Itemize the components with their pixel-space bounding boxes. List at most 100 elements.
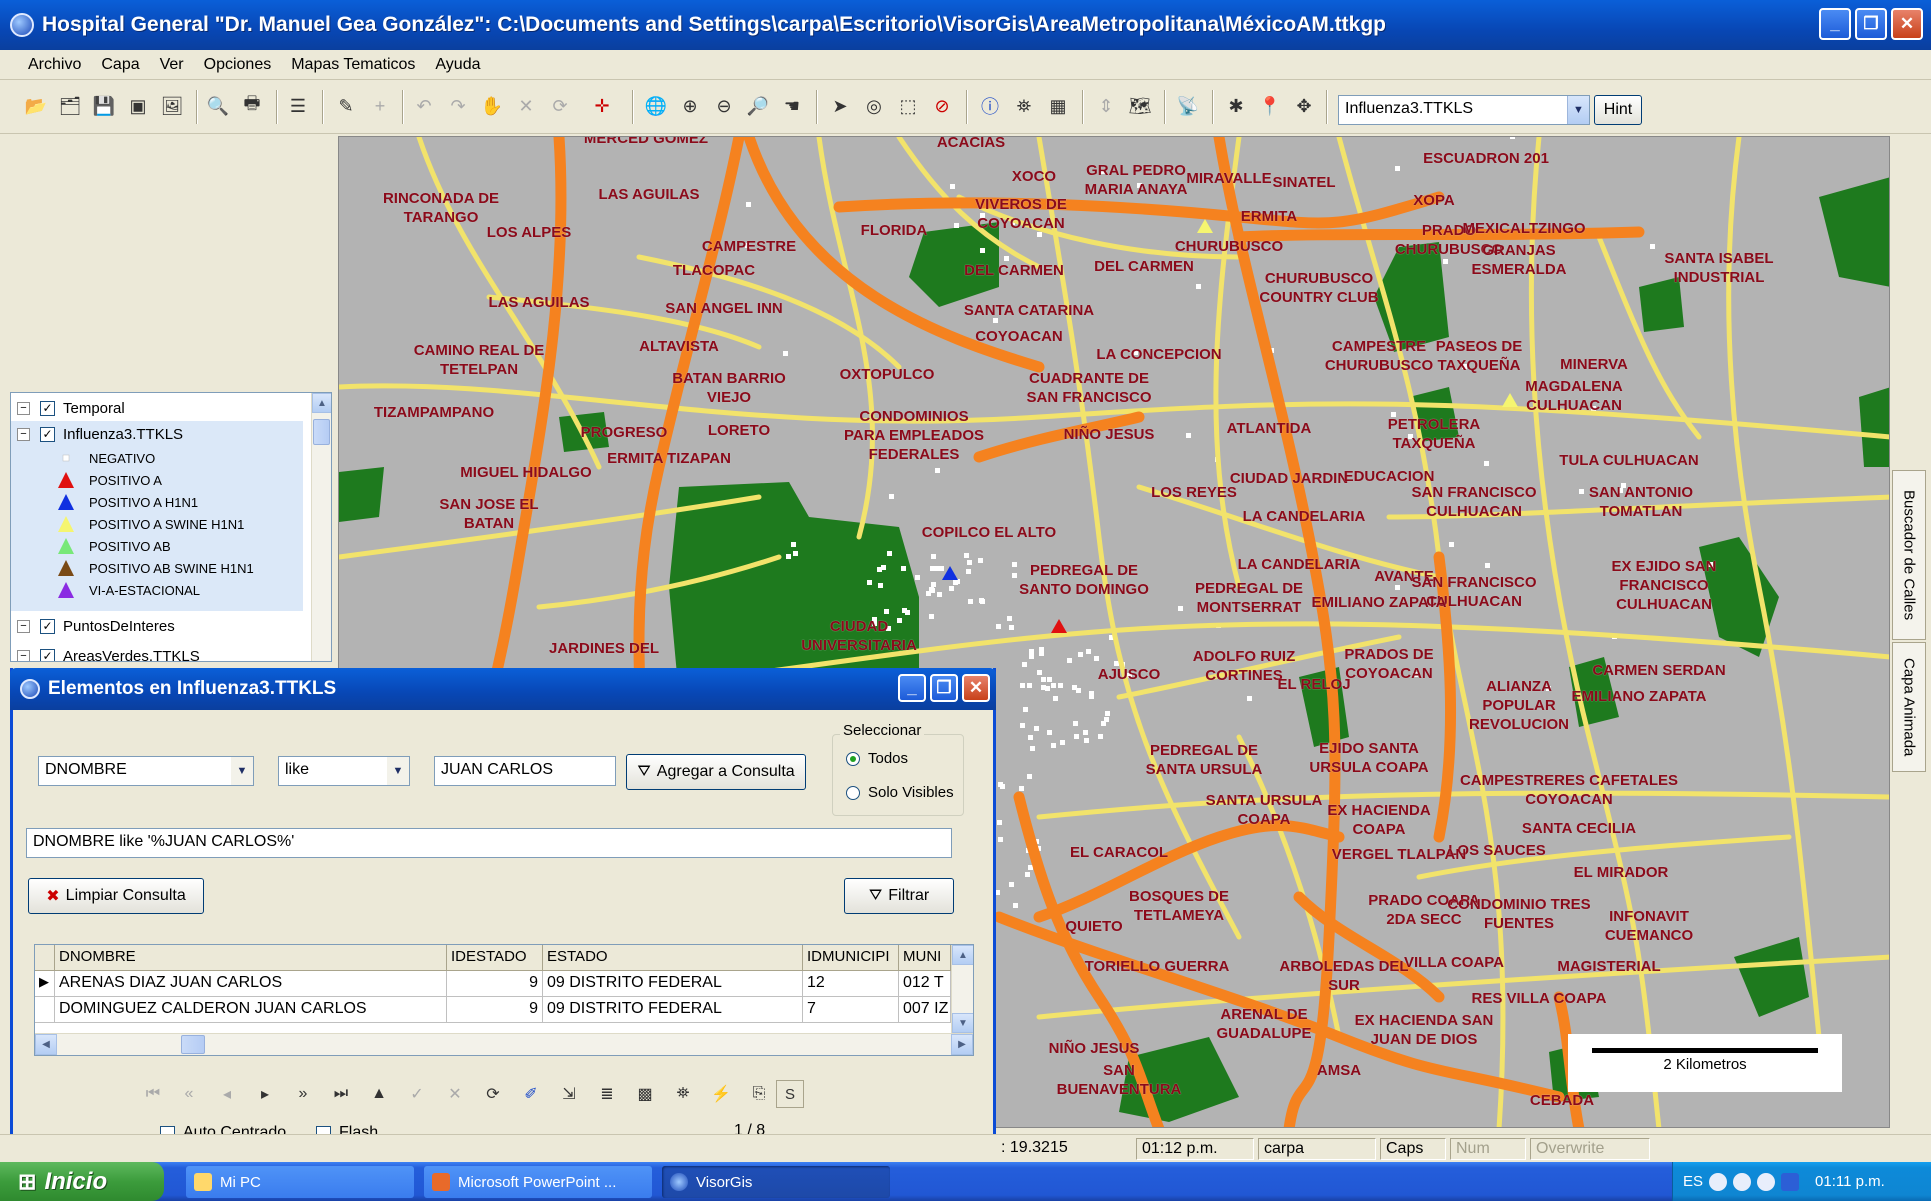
filter-button[interactable]: ⛛ Filtrar xyxy=(844,878,954,914)
expand-icon[interactable]: − xyxy=(17,619,30,633)
table-icon[interactable]: ▦ xyxy=(1044,92,1072,120)
gps-icon[interactable]: 📡 xyxy=(1174,92,1202,120)
info-icon[interactable]: ⓘ xyxy=(976,92,1004,120)
col-header-dnombre[interactable]: DNOMBRE xyxy=(55,945,447,971)
task-mi-pc[interactable]: Mi PC xyxy=(186,1166,414,1198)
radio-solo-visibles[interactable]: Solo Visibles xyxy=(846,784,954,801)
task-visorgis[interactable]: VisorGis xyxy=(662,1166,890,1198)
hint-button[interactable]: Hint xyxy=(1594,95,1642,125)
add-point-icon[interactable]: + xyxy=(366,92,394,120)
nav-cancel-icon[interactable]: ✕ xyxy=(440,1080,470,1108)
binoculars-icon[interactable]: ⛯ xyxy=(1010,92,1038,120)
close-button[interactable]: ✕ xyxy=(1891,8,1923,40)
table-row-cell[interactable]: DOMINGUEZ CALDERON JUAN CARLOS xyxy=(55,997,447,1023)
chevron-down-icon[interactable]: ▼ xyxy=(1567,96,1589,124)
rotate-icon[interactable]: ⟳ xyxy=(546,92,574,120)
scroll-left-icon[interactable]: ◀ xyxy=(35,1034,57,1055)
table-row-cell[interactable]: 7 xyxy=(803,997,899,1023)
active-layer-select[interactable]: Influenza3.TTKLS ▼ xyxy=(1338,95,1590,125)
radio-todos[interactable]: Todos xyxy=(846,750,908,767)
antivirus-shield-icon[interactable] xyxy=(1781,1172,1800,1191)
col-header-idmunicipi[interactable]: IDMUNICIPI xyxy=(803,945,899,971)
clear-selection-icon[interactable]: ⊘ xyxy=(928,92,956,120)
table-row-cell[interactable]: ARENAS DIAZ JUAN CARLOS xyxy=(55,971,447,997)
layer-checkbox[interactable]: ✓ xyxy=(40,618,55,634)
layer-temporal[interactable]: − ✓ Temporal xyxy=(11,397,125,419)
delete-icon[interactable]: ✕ xyxy=(512,92,540,120)
dialog-maximize-button[interactable]: ❐ xyxy=(930,674,958,702)
dialog-title-bar[interactable]: Elementos en Influenza3.TTKLS _ ❐ ✕ xyxy=(10,668,996,710)
zoom-in-icon[interactable]: ⊕ xyxy=(676,92,704,120)
map-refresh-icon[interactable]: 🗺 xyxy=(1126,92,1154,120)
table-row-cell[interactable]: 12 xyxy=(803,971,899,997)
layer-tree-scrollbar[interactable]: ▲ xyxy=(311,393,331,661)
menu-capa[interactable]: Capa xyxy=(91,51,149,79)
layer-move-icon[interactable]: ⇕ xyxy=(1092,92,1120,120)
scroll-right-icon[interactable]: ▶ xyxy=(951,1034,973,1055)
minimize-button[interactable]: _ xyxy=(1819,8,1851,40)
nav-binoculars-icon[interactable]: ⛯ xyxy=(668,1080,698,1108)
scroll-up-icon[interactable]: ▲ xyxy=(312,393,331,413)
save-icon[interactable]: 💾 xyxy=(90,92,118,120)
nav-next-page-icon[interactable]: » xyxy=(288,1080,318,1108)
task-powerpoint[interactable]: Microsoft PowerPoint ... xyxy=(424,1166,652,1198)
open-project-icon[interactable]: 🗂 xyxy=(56,92,84,120)
clear-query-button[interactable]: ✖ Limpiar Consulta xyxy=(28,878,204,914)
save-all-icon[interactable]: ▣ xyxy=(124,92,152,120)
menu-archivo[interactable]: Archivo xyxy=(18,51,91,79)
nav-insert-icon[interactable]: ▲ xyxy=(364,1080,394,1108)
chevron-down-icon[interactable]: ▼ xyxy=(387,757,409,785)
zoom-out-icon[interactable]: ⊖ xyxy=(710,92,738,120)
zoom-window-icon[interactable]: 🔎 xyxy=(744,92,772,120)
crosshair-icon[interactable]: ✛ xyxy=(588,92,616,120)
nav-list-icon[interactable]: ≣ xyxy=(592,1080,622,1108)
start-button[interactable]: ⊞ Inicio xyxy=(0,1162,164,1201)
table-row-cell[interactable]: 012 T xyxy=(899,971,951,997)
select-circle-icon[interactable]: ◎ xyxy=(860,92,888,120)
nav-post-icon[interactable]: ✓ xyxy=(402,1080,432,1108)
nav-prev-icon[interactable]: ◂ xyxy=(212,1080,242,1108)
layer-areas-verdes[interactable]: − ✓ AreasVerdes.TTKLS xyxy=(11,645,200,661)
nav-first-icon[interactable]: ⏮ xyxy=(138,1080,168,1108)
table-row-cell[interactable]: 09 DISTRITO FEDERAL xyxy=(543,971,803,997)
select-rect-icon[interactable]: ⬚ xyxy=(894,92,922,120)
nav-picture-icon[interactable]: ▩ xyxy=(630,1080,660,1108)
globe-zoom-icon[interactable]: 🌐 xyxy=(642,92,670,120)
table-row-cell[interactable]: 9 xyxy=(447,997,543,1023)
table-row-cell[interactable]: 9 xyxy=(447,971,543,997)
layer-influenza[interactable]: − ✓ Influenza3.TTKLS xyxy=(11,423,183,445)
pan-hand-icon[interactable]: ☚ xyxy=(778,92,806,120)
nav-last-icon[interactable]: ⏭ xyxy=(326,1080,356,1108)
print-icon[interactable]: 🖶 xyxy=(238,92,266,120)
navigate-icon[interactable]: ✥ xyxy=(1290,92,1318,120)
chevron-down-icon[interactable]: ▼ xyxy=(231,757,253,785)
scroll-thumb[interactable] xyxy=(313,419,330,445)
scroll-up-icon[interactable]: ▲ xyxy=(952,945,973,965)
restore-button[interactable]: ❐ xyxy=(1855,8,1887,40)
expand-icon[interactable]: − xyxy=(17,401,30,415)
expand-icon[interactable]: − xyxy=(17,649,30,661)
nav-flash-icon[interactable]: ⚡ xyxy=(706,1080,736,1108)
language-indicator[interactable]: ES xyxy=(1683,1173,1703,1190)
network-tray-icon[interactable] xyxy=(1709,1172,1728,1191)
scroll-thumb[interactable] xyxy=(181,1035,205,1054)
expand-icon[interactable]: − xyxy=(17,427,30,441)
print-preview-icon[interactable]: 🔍 xyxy=(204,92,232,120)
layer-checkbox[interactable]: ✓ xyxy=(40,426,55,442)
field-select[interactable]: DNOMBRE ▼ xyxy=(38,756,254,786)
layers-icon[interactable]: ☰ xyxy=(284,92,312,120)
nav-pen-icon[interactable]: ✐ xyxy=(516,1080,546,1108)
menu-ver[interactable]: Ver xyxy=(150,51,194,79)
redo-icon[interactable]: ↷ xyxy=(444,92,472,120)
table-row-cell[interactable]: 007 IZ xyxy=(899,997,951,1023)
query-text-field[interactable]: DNOMBRE like '%JUAN CARLOS%' xyxy=(26,828,952,858)
layer-puntos-de-interes[interactable]: − ✓ PuntosDeInteres xyxy=(11,615,175,637)
add-to-query-button[interactable]: ⛛ Agregar a Consulta xyxy=(626,754,806,790)
window-title-bar[interactable]: Hospital General "Dr. Manuel Gea Gonzále… xyxy=(0,0,1931,50)
menu-opciones[interactable]: Opciones xyxy=(194,51,282,79)
route-pin-icon[interactable]: 📍 xyxy=(1256,92,1284,120)
security-tray-icon[interactable] xyxy=(1757,1172,1776,1191)
tab-buscador-de-calles[interactable]: Buscador de Calles xyxy=(1892,470,1926,640)
nav-prev-page-icon[interactable]: « xyxy=(174,1080,204,1108)
dialog-minimize-button[interactable]: _ xyxy=(898,674,926,702)
